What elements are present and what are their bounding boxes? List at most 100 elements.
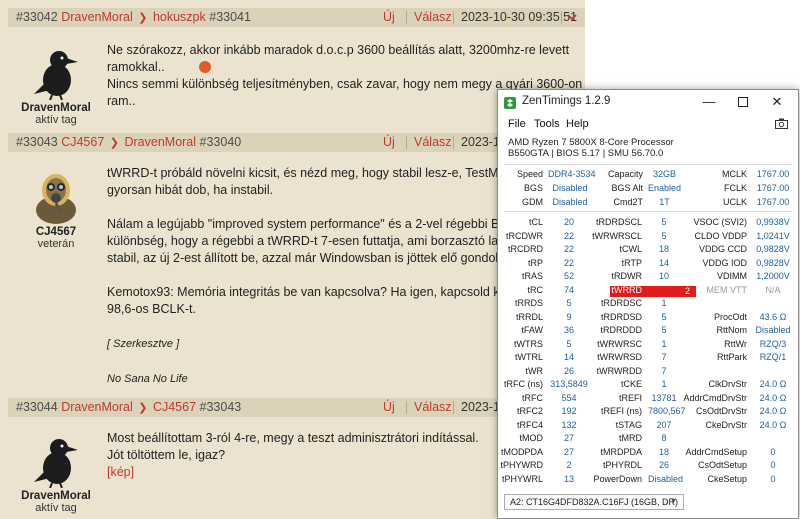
close-icon[interactable]: ✕ — [762, 92, 792, 112]
timing-label: RttNom — [716, 325, 747, 335]
timing-value: 1767.00 — [756, 183, 790, 193]
post-date: 2023-10-30 09:35:51 — [461, 10, 578, 24]
avatar[interactable] — [26, 168, 86, 224]
zentimings-app-icon — [504, 96, 516, 109]
timing-value: 8 — [661, 433, 667, 443]
timing-label: tRDRDDD — [600, 325, 643, 335]
timing-label: tWTRS — [514, 338, 543, 349]
timing-value: 74 — [563, 284, 574, 295]
post-id[interactable]: #33043 — [16, 135, 58, 149]
author-name[interactable]: DravenMoral — [16, 490, 96, 502]
signature: No Sana No Life — [107, 373, 188, 385]
timing-value: Disabled — [552, 197, 588, 207]
timing-label: ClkDrvStr — [708, 379, 748, 389]
timing-label: tPHYWRL — [501, 473, 543, 484]
timing-label: UCLK — [722, 197, 747, 207]
new-button[interactable]: Új — [383, 398, 395, 417]
timing-label: tWR — [525, 365, 544, 376]
reply-to-link[interactable]: hokuszpk — [153, 10, 206, 24]
timing-value: 20 — [563, 217, 574, 227]
reply-to-link[interactable]: DravenMoral — [124, 135, 196, 149]
timing-value: 18 — [658, 244, 669, 254]
timing-label: tPHYWRD — [500, 460, 544, 470]
menu-file[interactable]: File — [508, 118, 526, 130]
divider — [406, 136, 407, 149]
post-author-link[interactable]: CJ4567 — [61, 135, 104, 149]
timing-value: 0 — [770, 473, 776, 484]
timing-value: 0,9938V — [756, 217, 790, 227]
author-panel: DravenMoral aktív tag — [16, 432, 96, 514]
timing-label: tRP — [527, 257, 543, 268]
post-id[interactable]: #33042 — [16, 10, 58, 24]
timing-label: tFAW — [521, 325, 543, 335]
timing-value: 27 — [563, 446, 574, 457]
avatar[interactable] — [26, 44, 86, 101]
timing-label: ProcOdt — [713, 311, 747, 322]
reply-arrow-icon: ❯ — [138, 12, 148, 24]
divider — [406, 11, 407, 24]
edited-note[interactable]: [ Szerkesztve ] — [107, 338, 179, 350]
reply-to-id[interactable]: #33043 — [200, 400, 242, 414]
timing-label: tRDRDSD — [600, 311, 642, 322]
author-name[interactable]: CJ4567 — [16, 226, 96, 238]
maximize-icon[interactable] — [728, 92, 758, 112]
new-button[interactable]: Új — [383, 133, 395, 152]
timing-value: Disabled — [552, 183, 588, 193]
timing-value: 5 — [661, 217, 667, 227]
timing-label: tWRWRSD — [597, 352, 642, 362]
dimm-select[interactable]: A2: CT16G4DFD832A.C16FJ (16GB, DR) ▼ — [504, 494, 684, 510]
timing-value: 554 — [561, 392, 577, 403]
timing-value: 10 — [658, 271, 669, 281]
post-text-line: Ne szórakozz, akkor inkább maradok d.o.c… — [107, 43, 570, 57]
timing-label: CkeSetup — [707, 473, 747, 484]
timing-label: tWRWRSC — [597, 338, 642, 349]
timing-label: AddrCmdSetup — [685, 446, 747, 457]
timing-label: CsOdtSetup — [697, 460, 747, 470]
timing-label: Capacity — [607, 169, 643, 179]
reply-button[interactable]: Válasz — [414, 398, 452, 417]
timing-label: BGS — [523, 183, 543, 193]
reply-to-id[interactable]: #33041 — [209, 10, 251, 24]
post-text-line: 98,6-os BCLK-t. — [107, 302, 196, 316]
timing-value: 14 — [658, 257, 669, 268]
timing-value: 24.0 Ω — [759, 406, 787, 416]
cpu-name: AMD Ryzen 7 5800X 8-Core Processor — [508, 137, 674, 148]
post-id[interactable]: #33044 — [16, 400, 58, 414]
post-author-link[interactable]: DravenMoral — [61, 10, 133, 24]
timing-value: 1 — [661, 298, 667, 308]
timing-label: MCLK — [721, 169, 747, 179]
reply-to-id[interactable]: #33040 — [200, 135, 242, 149]
minimize-icon[interactable]: — — [694, 92, 724, 112]
title-bar[interactable]: ZenTimings 1.2.9 — ✕ — [498, 90, 798, 114]
menu-help[interactable]: Help — [566, 118, 589, 130]
timing-value: 313,5849 — [550, 379, 588, 389]
image-link[interactable]: [kép] — [107, 465, 134, 479]
author-name[interactable]: DravenMoral — [16, 102, 96, 114]
timing-value: 1,2000V — [756, 271, 790, 281]
timing-value: 36 — [563, 325, 574, 335]
reply-button[interactable]: Válasz — [414, 133, 452, 152]
timing-value: 1T — [659, 197, 670, 207]
timing-value: 0,9828V — [756, 257, 790, 268]
post-author-link[interactable]: DravenMoral — [61, 400, 133, 414]
reply-to-link[interactable]: CJ4567 — [153, 400, 196, 414]
timing-value: 1 — [661, 379, 667, 389]
menu-tools[interactable]: Tools — [534, 118, 560, 130]
timing-label: tRC — [527, 284, 544, 295]
chevron-down-icon: ▼ — [670, 498, 677, 505]
screenshot-camera-icon[interactable] — [775, 118, 788, 129]
timing-label: tSTAG — [615, 419, 642, 430]
timing-value: 192 — [561, 406, 577, 416]
new-button[interactable]: Új — [383, 8, 395, 27]
chevron-down-icon[interactable] — [566, 8, 578, 27]
timing-label: RttWr — [724, 338, 747, 349]
timing-value: 7 — [661, 352, 667, 362]
timing-value: Disabled — [648, 473, 684, 484]
timing-value: DDR4-3534 — [548, 169, 596, 179]
reply-button[interactable]: Válasz — [414, 8, 452, 27]
divider — [504, 211, 792, 212]
post-text-line: Most beállítottam 3-ról 4-re, megy a tes… — [107, 431, 479, 445]
avatar[interactable] — [26, 432, 86, 489]
divider — [453, 136, 454, 149]
timing-value: 7800,567 — [648, 406, 686, 416]
